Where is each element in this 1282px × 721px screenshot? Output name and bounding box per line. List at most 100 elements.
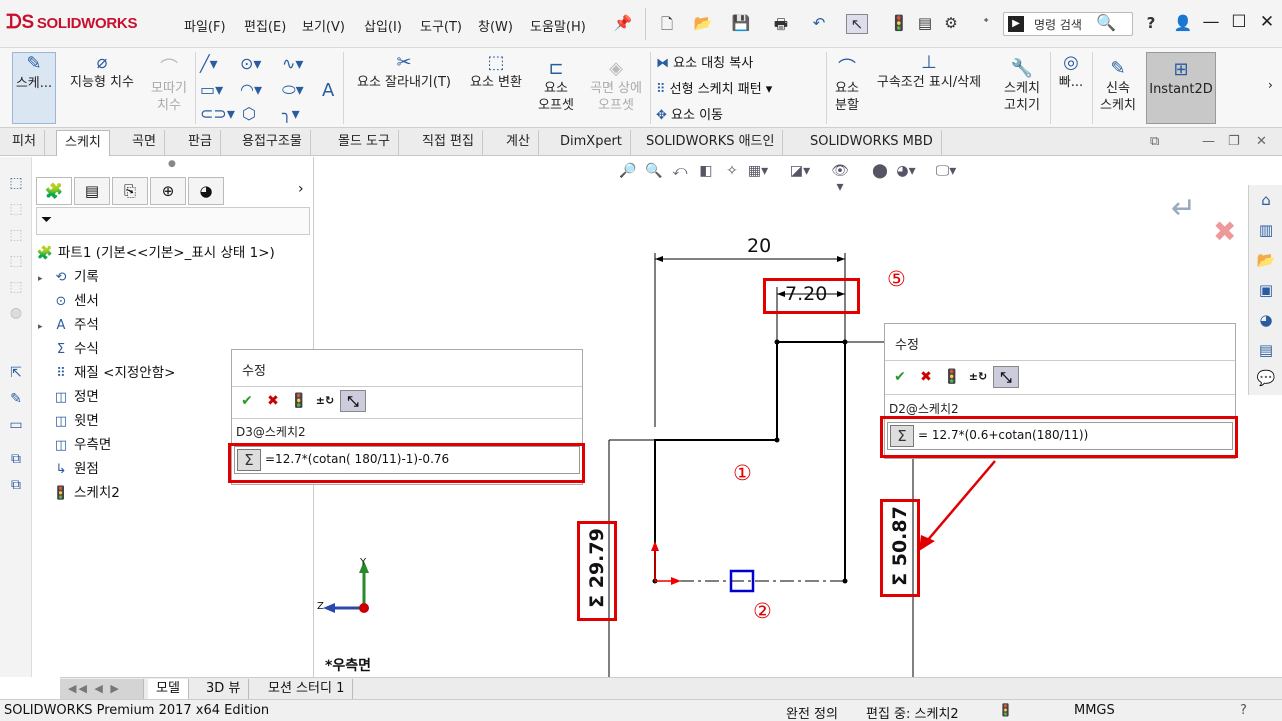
dimxpert-tab-icon[interactable]: ⊕ [150, 177, 186, 205]
tab-sheet-metal[interactable]: 판금 [180, 130, 221, 156]
appearances-icon[interactable]: ◕ [1255, 311, 1277, 333]
display-tool-icon[interactable]: ▭ [7, 417, 25, 435]
tab-direct-editing[interactable]: 직접 편집 [414, 130, 483, 156]
save-icon[interactable]: 💾 [730, 14, 752, 34]
tree-item-origin[interactable]: ↳ 원점 [38, 457, 99, 477]
design-library-icon[interactable]: ▥ [1255, 221, 1277, 243]
tab-sketch[interactable]: 스케치 [56, 130, 110, 156]
circle-icon[interactable]: ⊙▾ [240, 54, 261, 73]
cube-icon-5[interactable]: ⬚ [7, 279, 25, 297]
tab-scroll-arrows-icon[interactable]: ◀◀ ◀ ▶ ▶▶ [60, 679, 144, 715]
forum-icon[interactable]: 💬 [1255, 369, 1277, 391]
trim-entities-button[interactable]: ✂ 요소 잘라내기(T) [350, 52, 458, 91]
ok-check-icon[interactable]: ✔ [889, 366, 911, 388]
new-icon[interactable]: 🗋 [656, 14, 678, 34]
doc-restore-icon[interactable]: ⧉ [1150, 134, 1159, 149]
tree-item-history[interactable]: ▸ ⟲ 기록 [38, 265, 99, 285]
more-icon[interactable]: ᐩ [975, 14, 997, 34]
reverse-dimension-icon[interactable]: ±↻ [967, 366, 989, 388]
mark-dimension-icon[interactable]: ⤡ [993, 366, 1019, 388]
menu-tools[interactable]: 도구(T) [420, 16, 462, 35]
cube-icon[interactable]: ⬚ [7, 175, 25, 193]
menu-insert[interactable]: 삽입(I) [364, 16, 402, 35]
polygon-icon[interactable]: ⬡ [242, 104, 256, 123]
offset-entities-button[interactable]: ⊏ 요소 오프셋 [532, 58, 580, 114]
arc-icon[interactable]: ◠▾ [240, 80, 262, 99]
tab-features[interactable]: 피처 [4, 130, 45, 156]
menu-file[interactable]: 파일(F) [184, 16, 226, 35]
print-icon[interactable]: 🖶 [770, 14, 792, 34]
tab-surfaces[interactable]: 곡면 [124, 130, 165, 156]
tree-item-sketch2[interactable]: 🚦 스케치2 [38, 481, 120, 501]
menu-help[interactable]: 도움말(H) [530, 16, 586, 35]
undo-icon[interactable]: ↶ [808, 14, 830, 34]
display-manager-tab-icon[interactable]: ◕ [188, 177, 224, 205]
mark-dimension-icon[interactable]: ⤡ [340, 390, 366, 412]
configuration-tab-icon[interactable]: ⎘ [112, 177, 148, 205]
expand-icon[interactable]: ▸ [38, 322, 52, 332]
tab-dimxpert[interactable]: DimXpert [552, 130, 631, 156]
tab-evaluate[interactable]: 계산 [498, 130, 539, 156]
tree-item-annotations[interactable]: ▸ A 주석 [38, 313, 99, 333]
smart-dimension-button[interactable]: ⌀ 지능형 치수 [62, 52, 142, 91]
file-properties-icon[interactable]: ▤ [914, 14, 936, 34]
expand-icon[interactable]: ▸ [38, 274, 52, 284]
mirror-entities-button[interactable]: ⧓ 요소 대칭 복사 [656, 52, 753, 71]
menu-window[interactable]: 창(W) [478, 16, 513, 35]
rebuild-status-icon[interactable]: 🚦 [998, 703, 1013, 717]
sketch-fillet-icon[interactable]: ╮▾ [282, 104, 300, 123]
tree-item-front-plane[interactable]: ◫ 정면 [38, 385, 99, 405]
select-icon[interactable]: ↖ [846, 14, 868, 34]
tab-mold-tools[interactable]: 몰드 도구 [330, 130, 399, 156]
tree-item-material[interactable]: ⠿ 재질 <지정안함> [38, 361, 175, 381]
offset-on-surface-button[interactable]: ◈ 곡면 상에 오프셋 [584, 58, 648, 114]
sketch-button[interactable]: ✎ 스케... [12, 52, 56, 124]
spline-icon[interactable]: ∿▾ [282, 54, 303, 73]
tab-3d-view[interactable]: 3D 뷰 [198, 679, 250, 699]
tab-motion-study[interactable]: 모션 스터디 1 [260, 679, 354, 699]
sphere-icon[interactable]: ◍ [7, 305, 25, 323]
menu-view[interactable]: 보기(V) [302, 16, 345, 35]
move-entities-button[interactable]: ✥ 요소 이동 [656, 104, 723, 123]
units-label[interactable]: MMGS [1074, 703, 1115, 718]
cancel-x-icon[interactable]: ✖ [915, 366, 937, 388]
paste-icon[interactable]: ⧉ [7, 477, 25, 495]
slot-icon[interactable]: ⊂⊃▾ [200, 104, 235, 123]
reverse-dimension-icon[interactable]: ±↻ [314, 390, 336, 412]
search-icon[interactable]: 🔍 [1096, 13, 1116, 32]
cube-icon-3[interactable]: ⬚ [7, 227, 25, 245]
rebuild-light-icon[interactable]: 🚦 [288, 390, 310, 412]
tab-addins[interactable]: SOLIDWORKS 애드인 [638, 130, 784, 156]
edit-tool-icon[interactable]: ✎ [7, 391, 25, 409]
ok-check-icon[interactable]: ✔ [236, 390, 258, 412]
tab-model[interactable]: 모델 [148, 679, 189, 699]
file-explorer-icon[interactable]: 📂 [1255, 251, 1277, 273]
tree-filter[interactable]: ⏷ [36, 207, 310, 235]
copy-icon[interactable]: ⧉ [7, 451, 25, 469]
command-search[interactable]: ▶ 명령 검색 🔍 [1003, 12, 1133, 36]
pin-icon[interactable]: 📌 [612, 14, 634, 34]
panel-expand-icon[interactable]: › [298, 181, 304, 197]
fillet-button[interactable]: ⌒ 모따기 치수 [146, 58, 192, 114]
text-icon[interactable]: A [322, 80, 334, 101]
feature-tree-tab-icon[interactable]: 🧩 [36, 177, 72, 205]
options-gear-icon[interactable]: ⚙ [940, 14, 962, 34]
rectangle-icon[interactable]: ▭▾ [200, 80, 223, 99]
select-tool-icon[interactable]: ⇱ [7, 365, 25, 383]
home-icon[interactable]: ⌂ [1255, 191, 1277, 213]
split-entities-button[interactable]: ⌒ 요소 분할 [830, 58, 864, 114]
menu-edit[interactable]: 편집(E) [244, 16, 286, 35]
status-help-icon[interactable]: ? [1240, 703, 1247, 718]
rebuild-light-icon[interactable]: 🚦 [941, 366, 963, 388]
dimension-29-79[interactable]: Σ 29.79 [586, 518, 608, 618]
doc-close-icon[interactable]: ✕ [1256, 134, 1267, 149]
convert-entities-button[interactable]: ⬚ 요소 변환 [462, 52, 530, 91]
tree-root[interactable]: 🧩 파트1 (기본<<기본>_표시 상태 1>) [36, 241, 275, 261]
ellipse-icon[interactable]: ⬭▾ [282, 80, 304, 100]
cancel-x-icon[interactable]: ✖ [262, 390, 284, 412]
custom-properties-icon[interactable]: ▤ [1255, 341, 1277, 363]
instant2d-button[interactable]: ⊞ Instant2D [1146, 52, 1216, 124]
tab-mbd[interactable]: SOLIDWORKS MBD [802, 130, 942, 156]
tab-weldments[interactable]: 용접구조물 [234, 130, 311, 156]
open-icon[interactable]: 📂 [692, 14, 714, 34]
